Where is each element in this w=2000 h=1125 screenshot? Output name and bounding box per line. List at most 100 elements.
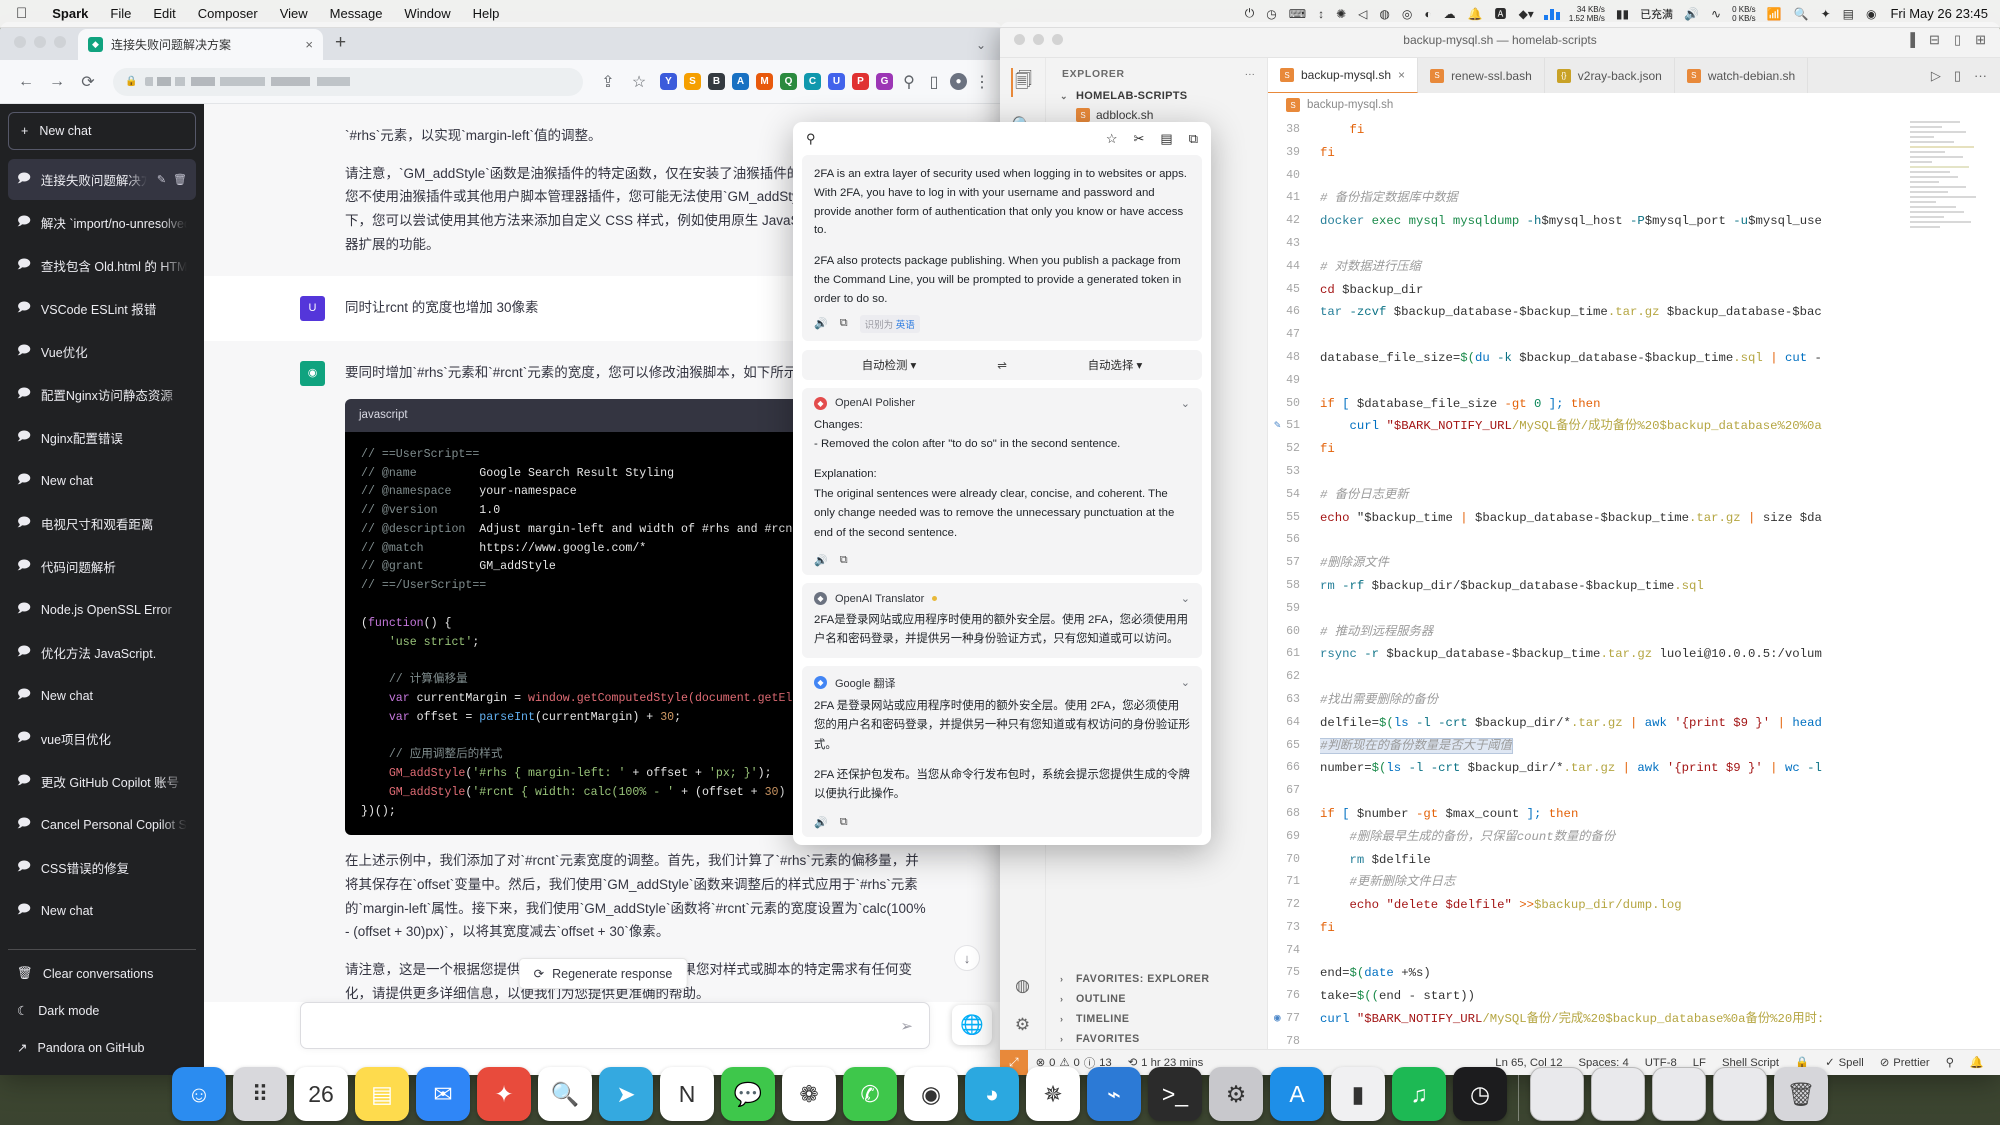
recent-window-2[interactable] [1591,1067,1645,1121]
editor-minimap[interactable] [1910,121,1990,351]
sidebar-footer-item[interactable]: ☾Dark mode [8,993,196,1028]
vscode-icon[interactable]: ⌁ [1087,1067,1141,1121]
photos-icon[interactable]: ❁ [782,1067,836,1121]
menu-item-edit[interactable]: Edit [142,6,186,21]
chrome-icon[interactable]: ◉ [904,1067,958,1121]
edge-icon[interactable]: ◕ [965,1067,1019,1121]
conversation-item[interactable]: 🗩Vue优化 [8,331,196,372]
sound-wave-icon[interactable]: ∿ [1706,7,1726,21]
bug-icon[interactable]: ✺ [1331,7,1351,21]
recent-window-4[interactable] [1713,1067,1767,1121]
menu-item-message[interactable]: Message [319,6,394,21]
chat-input[interactable]: ➢ [300,1002,930,1049]
translate-source-text-area[interactable]: 2FA is an extra layer of security used w… [802,155,1202,341]
run-icon[interactable]: ▷ [1931,68,1941,84]
extensions-pin-icon[interactable]: ⚲ [900,68,918,96]
extension-m-icon[interactable]: M [756,73,773,90]
sidepanel-icon[interactable]: ▯ [925,68,943,96]
translation-card-header[interactable]: ◆OpenAI Translator⌄ [814,592,1190,605]
notion-icon[interactable]: N [660,1067,714,1121]
spark-icon[interactable]: ✦ [477,1067,531,1121]
menu-bar-clock[interactable]: Fri May 26 23:45 [1883,6,1988,21]
editor-tab[interactable]: Swatch-debian.sh [1675,58,1808,93]
conversation-item[interactable]: 🗩New chat [8,675,196,716]
status-prettier[interactable]: ⊘ Prettier [1872,1056,1938,1069]
bookmark-star-icon[interactable]: ☆ [625,68,653,96]
settings-gear-icon[interactable]: ⚙ [1015,1015,1030,1035]
panel-bottom-icon[interactable]: ⊟ [1929,32,1940,48]
explorer-section-header[interactable]: ›FAVORITES [1046,1029,1267,1049]
browser-menu-icon[interactable]: ⋮ [974,68,990,96]
scissors-icon[interactable]: ✂ [1134,131,1145,147]
avatar[interactable]: ● [950,73,967,90]
window-traffic-lights[interactable] [0,36,78,60]
close-icon[interactable]: × [1398,68,1405,82]
apple-menu-icon[interactable]:  [16,6,27,21]
conversation-item[interactable]: 🗩电视尺寸和观看距离 [8,503,196,544]
translation-card-header[interactable]: ◆Google 翻译⌄ [814,675,1190,691]
telegram-icon[interactable]: ➤ [599,1067,653,1121]
safari-icon[interactable]: ✵ [1026,1067,1080,1121]
extension-a-icon[interactable]: A [732,73,749,90]
regenerate-response-button[interactable]: ⟳ Regenerate response [519,958,688,989]
extension-s-icon[interactable]: S [684,73,701,90]
target-language-select[interactable]: 自动选择 ▾ [1028,357,1202,373]
star-icon[interactable]: ☆ [1106,131,1118,147]
finder-icon[interactable]: ☺ [172,1067,226,1121]
bluetooth-icon[interactable]: ✦ [1816,7,1836,21]
bell-icon[interactable]: 🔔 [1962,1056,1992,1069]
conversation-item[interactable]: 🗩连接失败问题解决方案✎🗑 [8,159,196,200]
detect-language[interactable]: 英语 [896,320,915,331]
conversation-item[interactable]: 🗩代码问题解析 [8,546,196,587]
terminal-icon[interactable]: >_ [1148,1067,1202,1121]
wechat-icon[interactable]: ✆ [843,1067,897,1121]
conversation-item[interactable]: 🗩优化方法 JavaScript. [8,632,196,673]
editor-tab[interactable]: Srenew-ssl.bash [1418,58,1545,93]
calendar-icon[interactable]: 26 [294,1067,348,1121]
edit-icon[interactable]: ✎ [157,173,166,186]
display-icon[interactable]: ▤ [1838,7,1859,21]
conversation-item[interactable]: 🗩Node.js OpenSSL Error [8,589,196,630]
more-icon[interactable]: ··· [1974,68,1987,83]
moon-icon[interactable]: ◐ [1419,7,1436,21]
clock-icon[interactable]: ◷ [1261,7,1281,21]
extension-q-icon[interactable]: Q [780,73,797,90]
reload-button[interactable]: ⟳ [74,68,102,96]
menu-item-view[interactable]: View [269,6,319,21]
tab-close-icon[interactable]: × [305,37,313,52]
browser-tab-active[interactable]: ◆ 连接失败问题解决方案 × [78,29,323,60]
speaker-icon[interactable]: 🔊 [814,816,828,829]
radio-tower-icon[interactable]: ⚲ [1938,1056,1962,1069]
translate-bubble-icon[interactable]: 🌐 [952,1005,992,1045]
conversation-item[interactable]: 🗩New chat [8,890,196,931]
speaker-icon[interactable]: 🔊 [814,317,828,330]
layout-grid-icon[interactable]: ⊞ [1975,32,1986,48]
explorer-more-icon[interactable]: ··· [1245,69,1255,80]
mail-icon[interactable]: ✉ [416,1067,470,1121]
breakpoint-icon[interactable]: ◉ [1274,1008,1281,1031]
explorer-section-header[interactable]: ›FAVORITES: EXPLORER [1046,969,1267,989]
cloud-icon[interactable]: ☁ [1439,7,1461,21]
copy-icon[interactable]: ⧉ [840,317,848,330]
volume-icon[interactable]: 🔊 [1679,7,1704,21]
menu-item-window[interactable]: Window [393,6,461,21]
notes-icon[interactable]: ▤ [355,1067,409,1121]
forward-button[interactable]: → [43,68,71,96]
source-language-select[interactable]: 自动检测 ▾ [802,357,976,373]
explorer-section-header[interactable]: ›TIMELINE [1046,1009,1267,1029]
share-icon[interactable]: ⇪ [594,68,622,96]
conversation-item[interactable]: 🗩解决 `import/no-unresolved` [8,202,196,243]
explorer-icon[interactable]: 🗐 [1011,68,1032,97]
panel-left-icon[interactable]: ▐ [1906,32,1915,48]
conversation-list[interactable]: 🗩连接失败问题解决方案✎🗑🗩解决 `import/no-unresolved`🗩… [8,159,196,949]
extension-b-icon[interactable]: B [708,73,725,90]
chevron-down-icon[interactable]: ⌄ [1181,676,1190,689]
speaker-icon[interactable]: 🔊 [814,554,828,567]
launchpad-icon[interactable]: ⠿ [233,1067,287,1121]
wifi-icon[interactable]: 📶 [1762,7,1787,21]
extension-y-icon[interactable]: Y [660,73,677,90]
spotify-icon[interactable]: ♫ [1392,1067,1446,1121]
clock-icon[interactable]: ◷ [1453,1067,1507,1121]
conversation-item[interactable]: 🗩查找包含 Old.html 的 HTML [8,245,196,286]
sidebar-footer-item[interactable]: 🗑Clear conversations [8,956,196,991]
